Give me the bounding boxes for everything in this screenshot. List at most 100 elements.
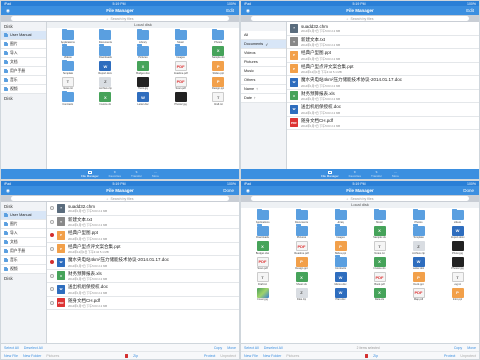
move-button[interactable]: Move: [227, 346, 236, 350]
list-item[interactable]: W 送出机组保授权.doc 2014年1月7日 下午5:03 2.2 MB: [47, 283, 239, 297]
file-tile[interactable]: P Deck.ppt: [400, 272, 437, 286]
selection-checkbox[interactable]: [50, 287, 54, 292]
list-item[interactable]: X 财务预算报表.xls 2014年1月7日 下午5:03 2.2 MB: [287, 90, 479, 103]
file-tile[interactable]: Contracts: [50, 90, 86, 106]
file-tile[interactable]: Applications: [50, 28, 86, 44]
file-tile[interactable]: Pictures: [125, 44, 161, 59]
select-all-button[interactable]: Select All: [244, 346, 259, 350]
file-tile[interactable]: Template: [50, 59, 86, 75]
tab-file-manager[interactable]: File Manager: [81, 170, 99, 178]
file-tile[interactable]: Music: [163, 28, 199, 44]
sort-name[interactable]: Name ↑: [241, 85, 286, 94]
camera-icon[interactable]: ◉: [246, 8, 250, 14]
file-tile[interactable]: P Slides.ppt: [200, 61, 236, 75]
done-button[interactable]: Done: [463, 188, 474, 193]
filter-music[interactable]: Music: [241, 67, 286, 76]
sidebar-item[interactable]: 视频: [1, 85, 46, 94]
file-tile[interactable]: P Design.ppt: [200, 76, 236, 90]
file-tile[interactable]: PDF Book.pdf: [361, 272, 398, 286]
search-input[interactable]: ⌕ Search by files: [250, 196, 470, 201]
sidebar-item[interactable]: 文档: [1, 238, 46, 247]
selection-checkbox[interactable]: [50, 246, 54, 251]
file-tile[interactable]: Pictures: [283, 224, 320, 239]
sidebar-item[interactable]: 图片: [1, 40, 46, 49]
file-tile[interactable]: Z Archive.zip: [400, 241, 437, 255]
file-tile[interactable]: PDF Scan.pdf: [163, 76, 199, 90]
sidebar-item[interactable]: 用户手册: [1, 247, 46, 256]
search-bar[interactable]: ⌕ Search by files: [241, 15, 479, 22]
sidebar-item[interactable]: 音乐: [1, 76, 46, 85]
file-tile[interactable]: Downloads: [244, 224, 281, 239]
deselect-all-button[interactable]: Deselect All: [24, 346, 43, 350]
file-tile[interactable]: T Log.txt: [439, 272, 476, 286]
search-bar[interactable]: ⌕ Search by files: [1, 15, 239, 22]
sidebar-item[interactable]: 文档: [1, 58, 46, 67]
list-item[interactable]: P 经典户型点评文案合集.ppt 2014年12月4日 下午3:44 5.1 MB: [47, 243, 239, 256]
unprotect-button[interactable]: Unprotect: [220, 354, 236, 358]
list-item[interactable]: P 经典户型点评文案合集.ppt 2014年12月4日 下午3:44 5.1 MB: [287, 63, 479, 76]
sidebar-item[interactable]: 导入: [1, 229, 46, 238]
file-tile[interactable]: P Intro.ppt: [439, 287, 476, 301]
file-tile[interactable]: Photo.jpg: [439, 241, 476, 255]
file-tile[interactable]: X Budget.xlsx: [244, 241, 281, 255]
selection-checkbox[interactable]: [50, 273, 54, 278]
zip-button[interactable]: Zip: [133, 354, 138, 358]
list-item[interactable]: PDF 随身文档CH.pdf 2014年1月7日 下午5:03 2.2 MB: [287, 117, 479, 130]
tab-favorites[interactable]: ★ Favorites: [109, 170, 121, 178]
file-tile[interactable]: Photos: [200, 28, 236, 44]
list-item[interactable]: ? suadd32.chm 2014年1月7日 下午5:03 2.2 MB: [47, 202, 239, 216]
sidebar-item[interactable]: 图片: [1, 220, 46, 229]
search-input[interactable]: ⌕ Search by files: [10, 16, 230, 21]
tab-transfer[interactable]: ⇅ Transfer: [371, 170, 382, 178]
camera-icon[interactable]: ◉: [246, 188, 250, 194]
protect-button[interactable]: Protect: [444, 354, 455, 358]
new-file-button[interactable]: New File: [4, 354, 18, 358]
file-tile[interactable]: Downloads: [88, 44, 124, 59]
tab-more[interactable]: ⋯ More: [392, 170, 399, 178]
file-tile[interactable]: Library: [125, 28, 161, 44]
file-tile[interactable]: Photo2.jpg: [439, 256, 476, 270]
file-tile[interactable]: X Sample.xls: [361, 225, 398, 239]
new-folder-button[interactable]: New Folder: [23, 354, 41, 358]
selection-checkbox[interactable]: [50, 206, 54, 211]
select-all-button[interactable]: Select All: [4, 346, 19, 350]
file-tile[interactable]: Music: [361, 208, 398, 224]
file-tile[interactable]: X Budget.xlsx: [125, 61, 161, 75]
file-tile[interactable]: Library: [322, 208, 359, 224]
selection-checkbox[interactable]: [50, 260, 54, 265]
selection-checkbox[interactable]: [50, 233, 54, 238]
done-button[interactable]: Done: [223, 188, 234, 193]
sidebar-item[interactable]: 音乐: [1, 256, 46, 265]
file-tile[interactable]: PDF Readme.pdf: [163, 61, 199, 75]
selection-checkbox[interactable]: [50, 219, 54, 224]
search-input[interactable]: ⌕ Search by files: [10, 196, 230, 201]
unprotect-button[interactable]: Unprotect: [460, 354, 476, 358]
file-tile[interactable]: T Draft.txt: [244, 272, 281, 286]
pictures-button[interactable]: Pictures: [46, 354, 59, 358]
file-tile[interactable]: T Notes.txt: [50, 76, 86, 90]
list-item[interactable]: X 财务预算报表.xls 2014年1月7日 下午5:03 2.2 MB: [47, 270, 239, 283]
sidebar-item[interactable]: 导入: [1, 49, 46, 58]
filter-all[interactable]: All: [241, 31, 286, 40]
file-tile[interactable]: Documents: [283, 208, 320, 224]
deselect-all-button[interactable]: Deselect All: [264, 346, 283, 350]
file-tile[interactable]: Documents: [88, 28, 124, 44]
camera-icon[interactable]: ◉: [6, 188, 10, 194]
selection-checkbox[interactable]: [50, 300, 54, 305]
file-tile[interactable]: X Data.xls: [361, 287, 398, 301]
file-tile[interactable]: Applications: [244, 208, 281, 224]
tab-transfer[interactable]: ⇅ Transfer: [131, 170, 142, 178]
list-item[interactable]: W 送出机组保授权.doc 2014年1月7日 下午5:03 2.2 MB: [287, 103, 479, 117]
file-tile[interactable]: Contracts: [322, 255, 359, 270]
file-tile[interactable]: Images: [322, 224, 359, 239]
zip-button[interactable]: Zip: [373, 354, 378, 358]
file-tile[interactable]: Cover.jpg: [244, 287, 281, 301]
new-file-button[interactable]: New File: [244, 354, 258, 358]
list-item[interactable]: P 经典户型图.ppt 2014年1月7日 下午5:03 2.2 MB: [287, 49, 479, 63]
file-tile[interactable]: Photo2.jpg: [163, 92, 199, 106]
file-tile[interactable]: W Report.docx: [439, 225, 476, 239]
file-tile[interactable]: X Sheet.xls: [283, 272, 320, 286]
file-tile[interactable]: Videos: [50, 44, 86, 59]
trash-icon[interactable]: [125, 354, 129, 358]
file-tile[interactable]: Z Archive.zip: [88, 76, 124, 90]
